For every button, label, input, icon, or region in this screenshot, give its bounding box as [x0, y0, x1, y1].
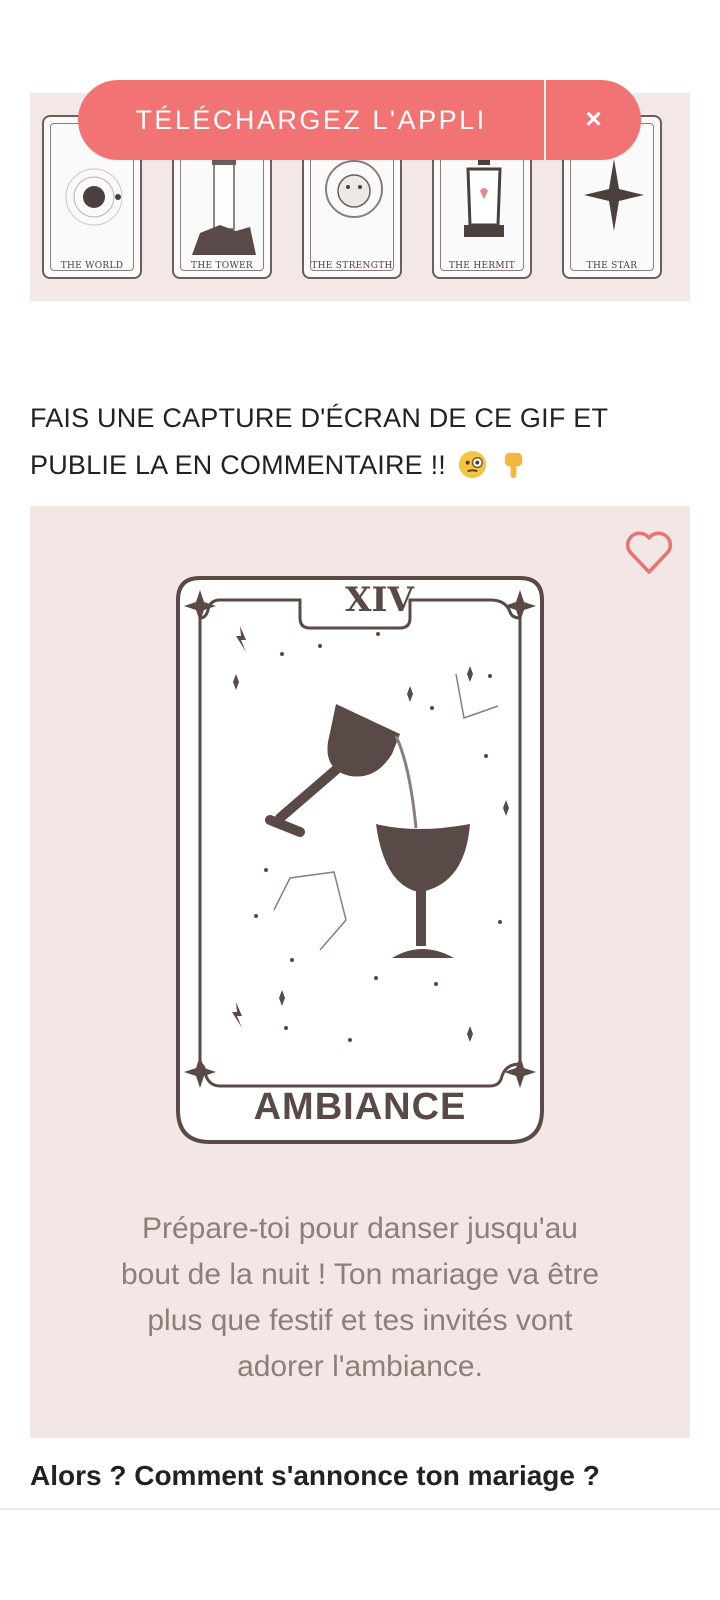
heart-icon[interactable]: [624, 530, 674, 576]
cut-off-text: [30, 34, 430, 64]
card-label: THE WORLD: [60, 261, 124, 271]
tower-icon: [192, 157, 256, 255]
heading-line-1: FAIS UNE CAPTURE D'ÉCRAN DE CE GIF ET: [30, 403, 609, 433]
card-label: THE STAR: [586, 261, 638, 271]
divider: [0, 1508, 720, 1510]
post-heading: FAIS UNE CAPTURE D'ÉCRAN DE CE GIF ET PU…: [30, 395, 690, 489]
description-line-2: bout de la nuit ! Ton mariage va être: [120, 1258, 600, 1291]
star-icon: [584, 159, 644, 231]
card-numeral: XIV: [345, 580, 414, 620]
download-app-button[interactable]: TÉLÉCHARGEZ L'APPLI: [78, 80, 544, 160]
lion-icon: [325, 160, 383, 218]
face-with-monocle-emoji-icon: [458, 450, 486, 479]
card-title: AMBIANCE: [253, 1086, 467, 1128]
heading-line-2: PUBLIE LA EN COMMENTAIRE !!: [30, 450, 446, 480]
lantern-icon: [464, 157, 504, 237]
card-label: THE HERMIT: [448, 261, 516, 271]
description-line-1: Prépare-toi pour danser jusqu'au: [142, 1212, 578, 1245]
card-label: THE STRENGTH: [311, 261, 393, 271]
download-app-banner: TÉLÉCHARGEZ L'APPLI ×: [78, 80, 641, 160]
description-line-4: adorer l'ambiance.: [237, 1350, 483, 1383]
close-icon[interactable]: ×: [546, 80, 641, 160]
tarot-card-drawing: [176, 576, 544, 1144]
pointing-down-emoji-icon: [505, 452, 523, 479]
tarot-gif-image: XIV AMBIANCE Prépare-toi pour danser jus…: [30, 506, 690, 1438]
card-description: Prépare-toi pour danser jusqu'au bout de…: [50, 1206, 670, 1390]
post-question: Alors ? Comment s'annonce ton mariage ?: [30, 1460, 600, 1491]
description-line-3: plus que festif et tes invités vont: [147, 1304, 573, 1337]
card-label: THE TOWER: [191, 261, 253, 271]
world-icon: [65, 168, 123, 226]
